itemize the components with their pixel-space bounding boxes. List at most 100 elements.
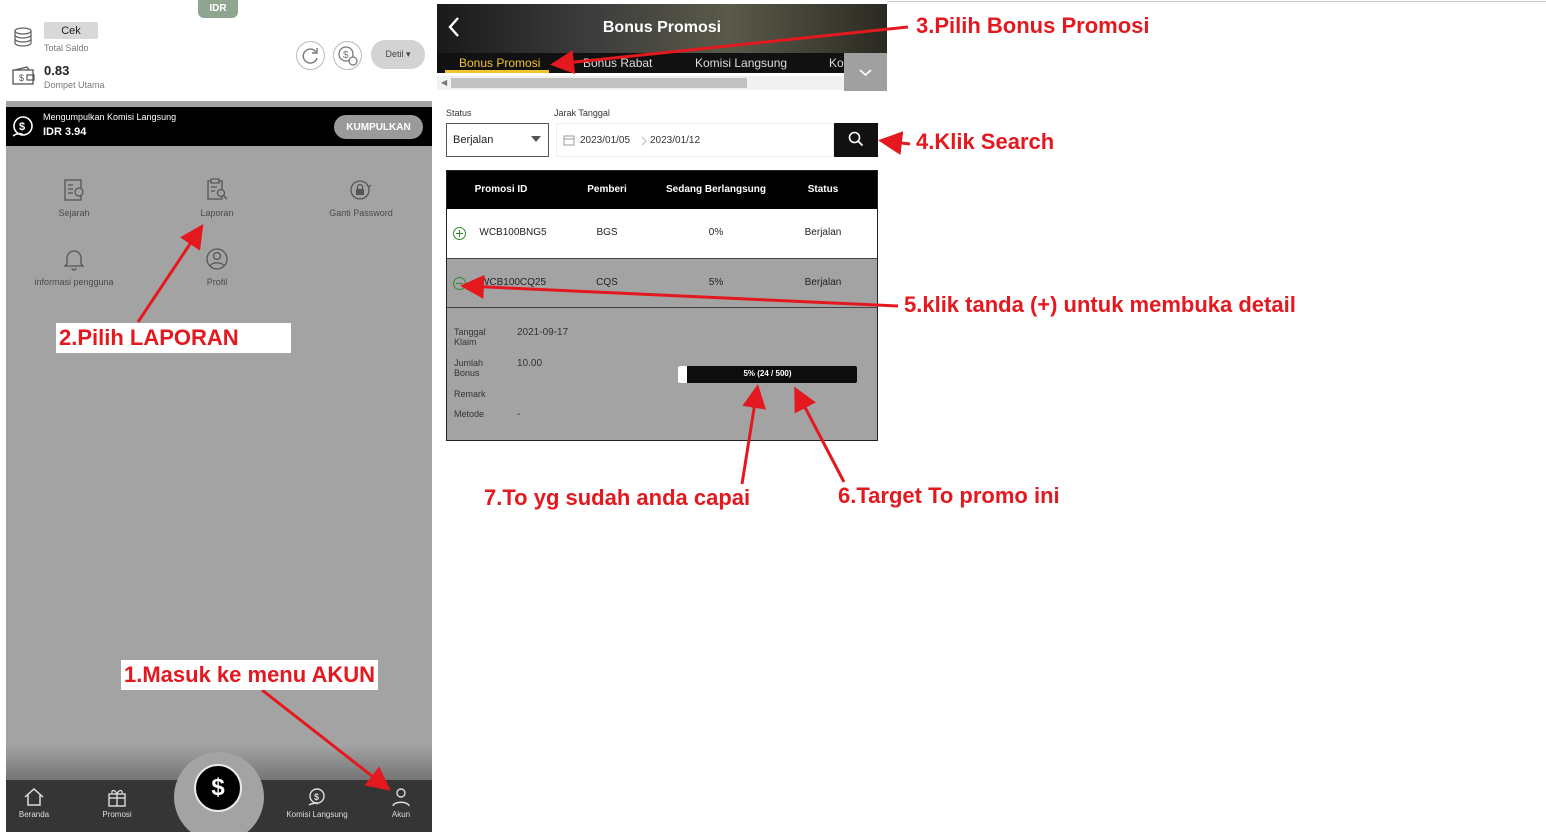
coins-icon <box>14 27 32 47</box>
date-from[interactable]: 2023/01/05 <box>580 135 630 146</box>
menu-item-informasi-pengguna[interactable]: informasi pengguna <box>24 247 124 287</box>
nav-promosi[interactable]: Promosi <box>96 787 138 819</box>
chevron-down-icon <box>859 69 872 77</box>
commission-bar: $ Mengumpulkan Komisi Langsung IDR 3.94 … <box>6 107 432 146</box>
nav-label-beranda: Beranda <box>18 810 50 819</box>
tab-komisi-langsung[interactable]: Komisi Langsung <box>695 56 787 70</box>
wallet-section: IDR Cek Total Saldo $ 0.83 Dompet Utama <box>6 0 432 101</box>
status-select-value: Berjalan <box>453 134 494 146</box>
menu-label-laporan: Laporan <box>200 208 234 218</box>
menu-item-sejarah[interactable]: Sejarah <box>24 178 124 218</box>
search-button[interactable] <box>834 123 878 157</box>
th-provider: Pemberi <box>587 184 627 195</box>
annotation-step2: 2.Pilih LAPORAN <box>56 323 291 353</box>
main-wallet-amount: 0.83 <box>44 63 70 78</box>
progress-text: 5% (24 / 500) <box>743 369 792 378</box>
wallet-icon: $ <box>12 66 35 85</box>
tab-bar: Bonus Promosi Bonus Rabat Komisi Langsun… <box>437 53 844 73</box>
account-panel: IDR Cek Total Saldo $ 0.83 Dompet Utama <box>6 0 432 832</box>
remark-label: Remark <box>454 389 486 399</box>
scroll-left-icon[interactable]: ◀ <box>441 78 447 87</box>
annotation-step3: 3.Pilih Bonus Promosi <box>916 13 1150 38</box>
commission-amount: IDR 3.94 <box>43 126 87 138</box>
collapse-minus-icon[interactable] <box>453 277 466 290</box>
annotation-step6: 6.Target To promo ini <box>838 483 1060 508</box>
home-icon <box>24 787 44 806</box>
th-promo-id: Promosi ID <box>474 184 528 195</box>
center-dollar-button[interactable]: $ <box>194 764 242 812</box>
date-to[interactable]: 2023/01/12 <box>650 135 700 146</box>
date-range-input[interactable]: 2023/01/05 2023/01/12 <box>556 123 834 157</box>
svg-text:$: $ <box>19 121 25 133</box>
dollar-transfer-icon: $ <box>338 46 358 66</box>
transfer-button[interactable]: $ <box>333 41 362 70</box>
row-status: Berjalan <box>804 227 842 238</box>
tab-scrollbar[interactable]: ◀ <box>437 76 844 90</box>
check-balance-button[interactable]: Cek <box>44 22 98 39</box>
caret-down-icon <box>531 136 541 142</box>
bell-icon <box>63 250 85 271</box>
nav-label-promosi: Promosi <box>102 810 132 819</box>
row-progress: 5% <box>708 277 724 288</box>
row-progress: 0% <box>708 227 724 238</box>
active-tab-underline <box>445 70 549 73</box>
page-top-border <box>887 1 1546 2</box>
collect-button[interactable]: KUMPULKAN <box>334 115 423 139</box>
th-progress: Sedang Berlangsung <box>665 184 766 195</box>
refresh-button[interactable] <box>296 41 325 70</box>
menu-item-ganti-password[interactable]: Ganti Password <box>311 178 411 218</box>
page-title: Bonus Promosi <box>602 19 722 36</box>
row-provider: CQS <box>596 277 618 288</box>
commission-icon: $ <box>12 116 33 137</box>
svg-text:$: $ <box>314 792 319 802</box>
tab-bonus-promosi[interactable]: Bonus Promosi <box>459 56 540 70</box>
bonus-header: Bonus Promosi <box>437 4 887 53</box>
th-status: Status <box>807 184 839 195</box>
method-value: - <box>517 409 521 420</box>
search-icon <box>848 131 864 146</box>
detail-button[interactable]: Detil ▾ <box>371 40 425 69</box>
method-label: Metode <box>454 409 485 419</box>
table-row[interactable]: WCB100CQ25 CQS 5% Berjalan <box>447 258 877 308</box>
svg-text:$: $ <box>19 73 24 83</box>
table-row[interactable]: WCB100BNG5 BGS 0% Berjalan <box>447 209 877 258</box>
expand-plus-icon[interactable] <box>453 227 466 240</box>
scroll-thumb[interactable] <box>451 78 747 88</box>
tab-overflow[interactable]: Ko <box>829 56 844 70</box>
commission-title: Mengumpulkan Komisi Langsung <box>43 112 177 122</box>
table-header: Promosi ID Pemberi Sedang Berlangsung St… <box>447 171 877 209</box>
lock-icon <box>350 180 372 200</box>
tab-bonus-rabat[interactable]: Bonus Rabat <box>583 56 652 70</box>
menu-item-profil[interactable]: Profil <box>167 247 267 287</box>
user-icon <box>392 788 410 807</box>
total-balance-label: Total Saldo <box>44 43 89 53</box>
nav-komisi-langsung[interactable]: $ Komisi Langsung <box>280 787 354 819</box>
gift-icon <box>108 789 126 807</box>
annotation-step4: 4.Klik Search <box>916 129 1055 154</box>
nav-akun[interactable]: Akun <box>386 787 416 819</box>
svg-text:$: $ <box>343 50 349 61</box>
more-tabs-button[interactable] <box>844 53 887 91</box>
menu-item-laporan[interactable]: Laporan <box>167 178 267 218</box>
refresh-icon <box>302 48 318 64</box>
annotation-step7: 7.To yg sudah anda capai <box>484 485 751 510</box>
nav-beranda[interactable]: Beranda <box>14 787 54 819</box>
promo-table: Promosi ID Pemberi Sedang Berlangsung St… <box>446 170 878 441</box>
nav-label-akun: Akun <box>391 810 411 819</box>
claim-date-label: Tanggal Klaim <box>454 327 486 347</box>
row-promo-id: WCB100BNG5 <box>479 227 547 238</box>
turnover-progress-bar: 5% (24 / 500) <box>678 366 857 383</box>
row-provider: BGS <box>596 227 618 238</box>
annotation-step5: 5.klik tanda (+) untuk membuka detail <box>904 292 1296 317</box>
profile-icon <box>206 248 228 270</box>
report-icon <box>207 178 228 200</box>
arrow-step4 <box>878 131 911 155</box>
currency-tab[interactable]: IDR <box>198 0 238 18</box>
bonus-amount-label: Jumlah Bonus <box>454 358 484 378</box>
date-range-label: Jarak Tanggal <box>554 108 610 118</box>
menu-label-informasi-pengguna: informasi pengguna <box>34 277 114 287</box>
main-wallet-label: Dompet Utama <box>44 80 105 90</box>
status-select[interactable]: Berjalan <box>446 123 549 157</box>
menu-label-profil: Profil <box>206 277 228 287</box>
history-icon <box>64 179 84 201</box>
